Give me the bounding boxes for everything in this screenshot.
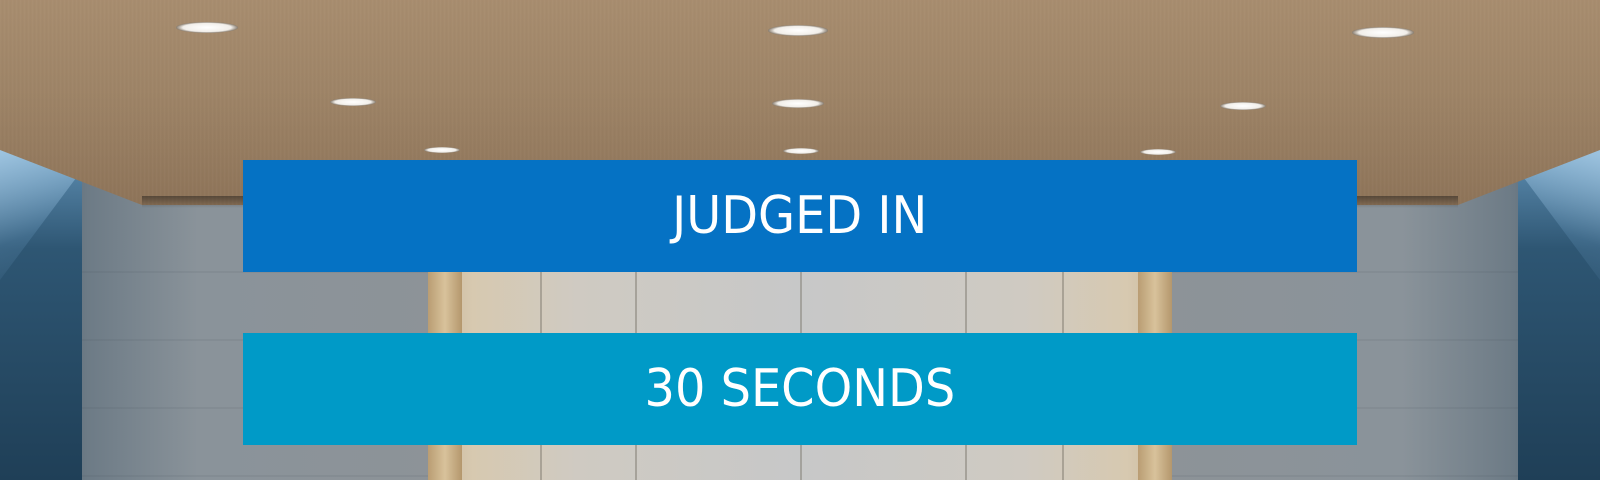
- left-glass-window: [0, 150, 82, 480]
- ceiling-light: [330, 98, 376, 106]
- ceiling-light: [772, 99, 824, 108]
- banner-bottom-text: 30 SECONDS: [644, 359, 956, 419]
- graphic-canvas: JUDGED IN 30 SECONDS: [0, 0, 1600, 480]
- ceiling-light: [1140, 149, 1176, 155]
- ceiling-light: [424, 147, 460, 153]
- ceiling-light: [768, 25, 828, 36]
- right-glass-window: [1518, 150, 1600, 480]
- banner-top-text: JUDGED IN: [672, 186, 928, 246]
- ceiling-light: [1352, 27, 1414, 38]
- ceiling-light: [1220, 102, 1266, 110]
- ceiling-light: [783, 148, 819, 154]
- banner-bottom: 30 SECONDS: [243, 333, 1357, 445]
- banner-top: JUDGED IN: [243, 160, 1357, 272]
- ceiling-light: [176, 22, 238, 33]
